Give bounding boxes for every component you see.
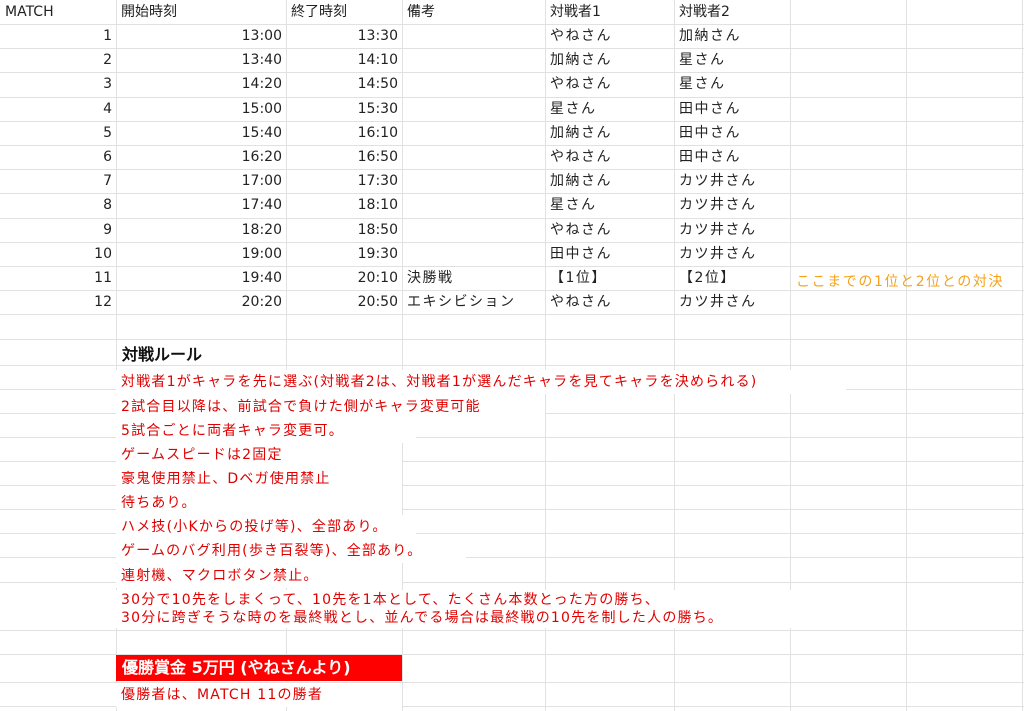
match-end-cell[interactable]: 17:30: [286, 169, 402, 193]
match-start-cell[interactable]: 16:20: [116, 145, 286, 169]
match-note-cell[interactable]: [402, 218, 545, 242]
header-note[interactable]: 備考: [402, 0, 545, 24]
match-p2-cell[interactable]: カツ井さん: [674, 193, 790, 217]
match-end-cell[interactable]: 16:10: [286, 121, 402, 145]
match-end-cell[interactable]: 13:30: [286, 24, 402, 48]
rule-7[interactable]: ハメ技(小Kからの投げ等)、全部あり。: [116, 515, 416, 539]
rule-3[interactable]: 5試合ごとに両者キャラ変更可。: [116, 419, 416, 443]
match-no-cell[interactable]: 4: [0, 97, 116, 121]
match-p1-cell[interactable]: 加納さん: [545, 121, 674, 145]
match-note-cell[interactable]: [402, 97, 545, 121]
match-no-cell[interactable]: 2: [0, 48, 116, 72]
match-p1-cell[interactable]: 【1位】: [545, 266, 674, 290]
rule-11[interactable]: 30分に跨ぎそうな時のを最終戦とし、並んでる場合は最終戦の10先を制した人の勝ち…: [116, 608, 806, 628]
match-no-cell[interactable]: 1: [0, 24, 116, 48]
match-start-cell[interactable]: 17:40: [116, 193, 286, 217]
match-end-cell[interactable]: 14:50: [286, 72, 402, 96]
match-start-cell[interactable]: 19:40: [116, 266, 286, 290]
match-start-cell[interactable]: 19:00: [116, 242, 286, 266]
match-p1-cell[interactable]: 星さん: [545, 97, 674, 121]
match-no-cell[interactable]: 6: [0, 145, 116, 169]
header-end[interactable]: 終了時刻: [286, 0, 402, 24]
match-end-cell[interactable]: 16:50: [286, 145, 402, 169]
rule-10[interactable]: 30分で10先をしまくって、10先を1本として、たくさん本数とった方の勝ち、: [116, 590, 806, 610]
match-note-cell[interactable]: [402, 48, 545, 72]
match-end-cell[interactable]: 14:10: [286, 48, 402, 72]
header-start[interactable]: 開始時刻: [116, 0, 286, 24]
match-no-cell[interactable]: 9: [0, 218, 116, 242]
rule-8[interactable]: ゲームのバグ利用(歩き百裂等)、全部あり。: [116, 539, 466, 563]
match-note-cell[interactable]: 決勝戦: [402, 266, 545, 290]
match-p1-cell[interactable]: 加納さん: [545, 48, 674, 72]
match-start-cell[interactable]: 13:40: [116, 48, 286, 72]
match-end-cell[interactable]: 18:50: [286, 218, 402, 242]
match-note-cell[interactable]: エキシビション: [402, 290, 545, 314]
match-end-cell[interactable]: 20:10: [286, 266, 402, 290]
match-p1-cell[interactable]: 加納さん: [545, 169, 674, 193]
rule-4[interactable]: ゲームスピードは2固定: [116, 443, 402, 467]
match-p2-cell[interactable]: 田中さん: [674, 121, 790, 145]
match-no-cell[interactable]: 10: [0, 242, 116, 266]
match-p2-cell[interactable]: カツ井さん: [674, 290, 790, 314]
match-p1-cell[interactable]: 星さん: [545, 193, 674, 217]
match-note-cell[interactable]: [402, 145, 545, 169]
match-p2-cell[interactable]: 田中さん: [674, 97, 790, 121]
header-player1[interactable]: 対戦者1: [545, 0, 674, 24]
match-p2-cell[interactable]: 加納さん: [674, 24, 790, 48]
match-p2-cell[interactable]: カツ井さん: [674, 218, 790, 242]
match-start-cell[interactable]: 17:00: [116, 169, 286, 193]
prize-title[interactable]: 優勝賞金 5万円 (やねさんより): [116, 655, 402, 681]
spreadsheet[interactable]: MATCH 開始時刻 終了時刻 備考 対戦者1 対戦者2 1 13:00 13:30…: [0, 0, 1024, 711]
match-start-cell[interactable]: 15:40: [116, 121, 286, 145]
match-start-cell[interactable]: 18:20: [116, 218, 286, 242]
row-divider: [0, 630, 1024, 631]
final-note[interactable]: ここまでの1位と2位との対決: [790, 270, 1024, 294]
match-no-cell[interactable]: 11: [0, 266, 116, 290]
prize-note[interactable]: 優勝者は、MATCH 11の勝者: [116, 683, 402, 707]
match-start-cell[interactable]: 15:00: [116, 97, 286, 121]
header-player2[interactable]: 対戦者2: [674, 0, 790, 24]
match-end-cell[interactable]: 19:30: [286, 242, 402, 266]
match-p1-cell[interactable]: やねさん: [545, 290, 674, 314]
match-p2-cell[interactable]: 【2位】: [674, 266, 790, 290]
match-note-cell[interactable]: [402, 72, 545, 96]
column-divider: [906, 0, 907, 711]
match-no-cell[interactable]: 3: [0, 72, 116, 96]
match-end-cell[interactable]: 15:30: [286, 97, 402, 121]
rule-5[interactable]: 豪鬼使用禁止、Dベガ使用禁止: [116, 467, 402, 491]
match-p1-cell[interactable]: やねさん: [545, 24, 674, 48]
match-p1-cell[interactable]: 田中さん: [545, 242, 674, 266]
match-start-cell[interactable]: 13:00: [116, 24, 286, 48]
match-p2-cell[interactable]: 田中さん: [674, 145, 790, 169]
match-end-cell[interactable]: 18:10: [286, 193, 402, 217]
match-p2-cell[interactable]: カツ井さん: [674, 242, 790, 266]
row-divider: [0, 339, 1024, 340]
match-end-cell[interactable]: 20:50: [286, 290, 402, 314]
row-divider: [0, 314, 1024, 315]
match-p1-cell[interactable]: やねさん: [545, 145, 674, 169]
rule-1[interactable]: 対戦者1がキャラを先に選ぶ(対戦者2は、対戦者1が選んだキャラを見てキャラを決め…: [116, 370, 846, 394]
rules-heading[interactable]: 対戦ルール: [116, 341, 416, 369]
match-p2-cell[interactable]: 星さん: [674, 48, 790, 72]
match-p1-cell[interactable]: やねさん: [545, 72, 674, 96]
match-note-cell[interactable]: [402, 121, 545, 145]
header-match[interactable]: MATCH: [0, 0, 116, 24]
match-start-cell[interactable]: 14:20: [116, 72, 286, 96]
match-note-cell[interactable]: [402, 193, 545, 217]
match-note-cell[interactable]: [402, 242, 545, 266]
match-note-cell[interactable]: [402, 169, 545, 193]
match-p1-cell[interactable]: やねさん: [545, 218, 674, 242]
match-no-cell[interactable]: 7: [0, 169, 116, 193]
match-p2-cell[interactable]: カツ井さん: [674, 169, 790, 193]
match-start-cell[interactable]: 20:20: [116, 290, 286, 314]
match-no-cell[interactable]: 5: [0, 121, 116, 145]
match-no-cell[interactable]: 8: [0, 193, 116, 217]
match-p2-cell[interactable]: 星さん: [674, 72, 790, 96]
rule-9[interactable]: 連射機、マクロボタン禁止。: [116, 564, 402, 588]
column-divider: [1022, 0, 1023, 711]
match-note-cell[interactable]: [402, 24, 545, 48]
match-no-cell[interactable]: 12: [0, 290, 116, 314]
rule-2[interactable]: 2試合目以降は、前試合で負けた側がキャラ変更可能: [116, 395, 545, 419]
rule-6[interactable]: 待ちあり。: [116, 491, 402, 515]
